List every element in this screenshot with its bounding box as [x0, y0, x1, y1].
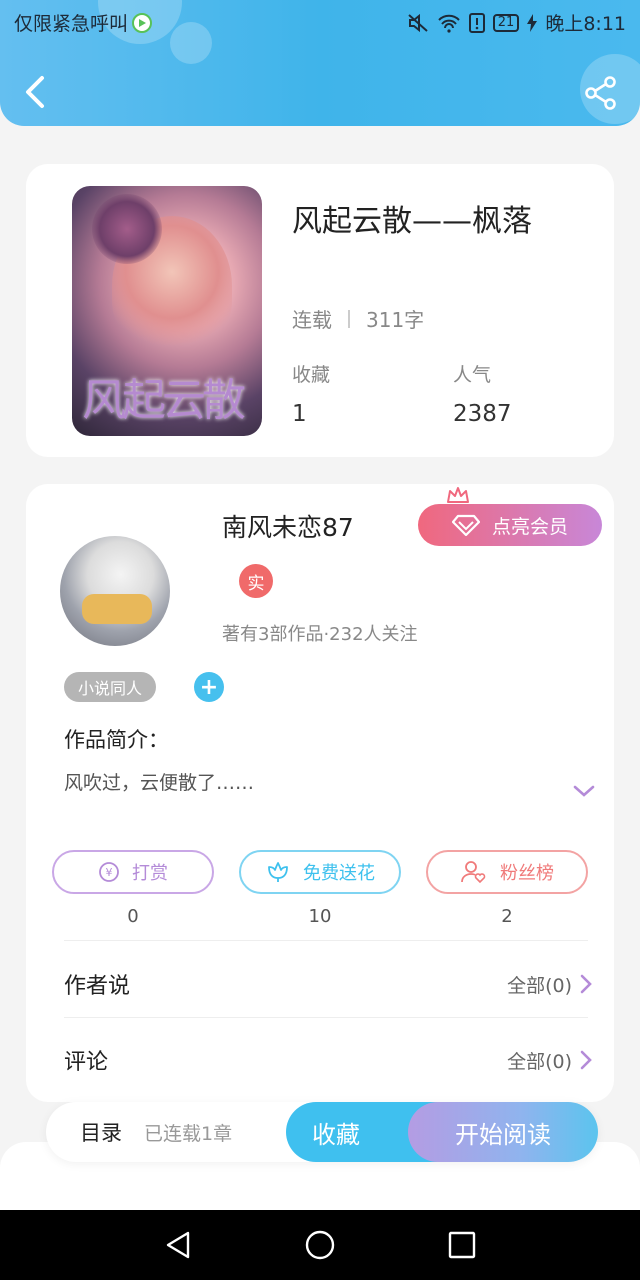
flower-action: 免费送花 10	[239, 850, 401, 927]
book-cover[interactable]: 风起云散	[72, 186, 262, 436]
author-card: 南风未恋87 点亮会员 实 著有3部作品·232人关注 小说同人 + 作品简介：…	[26, 484, 614, 1102]
battery-level: 21	[497, 14, 515, 30]
diamond-icon	[451, 514, 480, 536]
toc-status: 已连载1章	[144, 1122, 233, 1145]
send-flower-label: 免费送花	[303, 863, 375, 884]
system-nav-bar	[0, 1210, 640, 1280]
emergency-call-text: 仅限紧急呼叫	[14, 13, 129, 35]
collect-label: 收藏	[312, 1120, 360, 1149]
flower-count: 10	[308, 906, 332, 927]
reward-action: ¥ 打赏 0	[52, 850, 214, 927]
reward-label: 打赏	[132, 863, 168, 884]
send-flower-button[interactable]: 免费送花	[239, 850, 401, 894]
start-reading-button[interactable]: 开始阅读	[408, 1102, 598, 1162]
crown-icon	[447, 487, 469, 506]
author-says-count: 全部(0)	[507, 974, 572, 997]
chevron-right-icon	[580, 974, 592, 994]
author-says-more[interactable]: 全部(0)	[507, 971, 592, 998]
genre-tag[interactable]: 小说同人	[64, 672, 157, 702]
author-stats: 著有3部作品·232人关注	[222, 624, 418, 645]
popularity-stat: 人气 2387	[453, 360, 512, 427]
vip-button[interactable]: 点亮会员	[418, 504, 602, 546]
book-title: 风起云散——枫落	[292, 204, 532, 239]
author-says-row[interactable]: 作者说 全部(0)	[64, 964, 592, 1004]
comments-count: 全部(0)	[507, 1050, 572, 1073]
author-says-title: 作者说	[64, 974, 131, 999]
square-recents-icon[interactable]	[446, 1229, 478, 1261]
start-reading-label: 开始阅读	[455, 1120, 551, 1149]
play-icon	[132, 12, 153, 33]
fan-ranking-button[interactable]: 粉丝榜	[426, 850, 588, 894]
intro-text: 风吹过，云便散了……	[64, 772, 255, 794]
comments-title: 评论	[64, 1050, 109, 1075]
avatar-art	[82, 594, 152, 624]
favorites-value: 1	[292, 401, 307, 427]
comments-row[interactable]: 评论 全部(0)	[64, 1040, 592, 1080]
book-word-count: 311字	[366, 308, 425, 332]
cover-art	[92, 194, 162, 264]
triangle-back-icon[interactable]	[162, 1229, 194, 1261]
status-bar: 仅限紧急呼叫 21 晚上8:11	[0, 0, 640, 44]
battery-icon: 21	[492, 13, 520, 32]
author-avatar[interactable]	[60, 536, 170, 646]
reward-count: 0	[127, 906, 139, 927]
book-meta: 连载 311字	[292, 304, 424, 333]
fan-user-icon	[461, 861, 486, 884]
wifi-icon	[438, 14, 460, 33]
intro-label: 作品简介：	[64, 728, 169, 752]
svg-text:¥: ¥	[106, 866, 113, 879]
favorites-label: 收藏	[292, 364, 331, 386]
mute-icon	[408, 13, 428, 32]
status-time: 晚上8:11	[545, 13, 626, 35]
charging-icon	[527, 13, 538, 32]
author-name[interactable]: 南风未恋87	[222, 508, 354, 544]
action-row: ¥ 打赏 0 免费送花 10 粉丝榜 2	[26, 850, 614, 930]
fan-count: 2	[501, 906, 513, 927]
favorites-stat: 收藏 1	[292, 360, 330, 427]
book-status: 连载	[292, 308, 332, 332]
fans-action: 粉丝榜 2	[426, 850, 588, 927]
divider	[64, 940, 588, 941]
expand-chevron-icon[interactable]	[572, 782, 596, 800]
back-button[interactable]	[20, 74, 52, 110]
sim-alert-icon	[468, 12, 485, 33]
book-info-card: 风起云散 风起云散——枫落 连载 311字 收藏 1 人气 2387	[26, 164, 614, 457]
reward-button[interactable]: ¥ 打赏	[52, 850, 214, 894]
vip-button-label: 点亮会员	[491, 515, 568, 538]
share-button[interactable]	[584, 76, 618, 110]
circle-home-icon[interactable]	[304, 1229, 336, 1261]
meta-divider	[348, 309, 350, 328]
chevron-right-icon	[580, 1050, 592, 1070]
add-tag-button[interactable]: +	[194, 672, 224, 702]
cover-title-text: 风起云散	[82, 375, 246, 426]
comments-more[interactable]: 全部(0)	[507, 1047, 592, 1074]
table-of-contents-button[interactable]: 目录 已连载1章	[80, 1102, 232, 1162]
flower-icon	[268, 862, 288, 882]
yen-coin-icon: ¥	[99, 862, 119, 882]
app-header: 仅限紧急呼叫 21 晚上8:11	[0, 0, 640, 126]
fan-ranking-label: 粉丝榜	[500, 863, 554, 884]
bottom-action-bar: 目录 已连载1章 收藏 开始阅读	[46, 1102, 598, 1162]
verified-badge: 实	[239, 564, 273, 598]
toc-label: 目录	[80, 1121, 122, 1145]
popularity-label: 人气	[453, 364, 492, 386]
divider	[64, 1017, 588, 1018]
popularity-value: 2387	[453, 401, 512, 427]
